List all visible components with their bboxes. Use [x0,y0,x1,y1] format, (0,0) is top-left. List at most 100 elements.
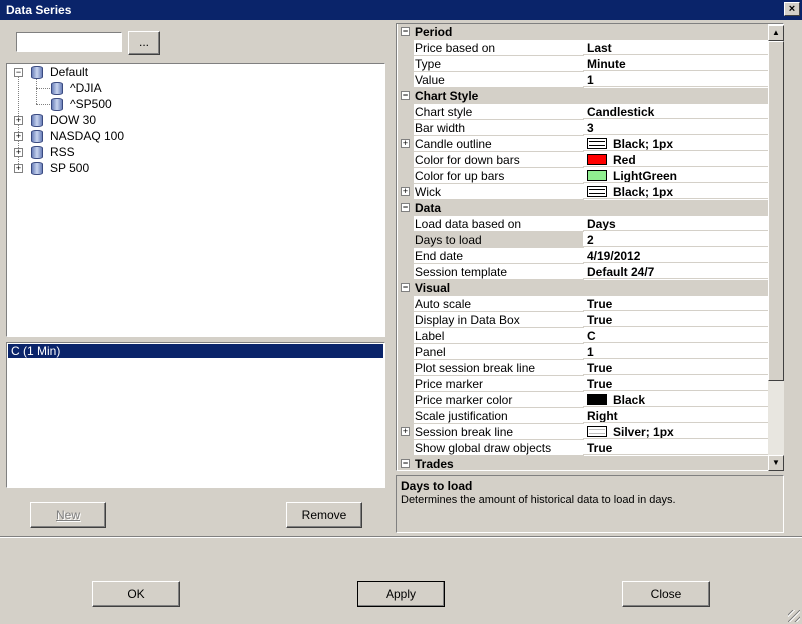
prop-value[interactable]: True [583,376,768,391]
prop-candle-outline[interactable]: + Candle outline Black; 1px [398,136,768,152]
prop-name: Value [414,72,584,88]
prop-value: LightGreen [613,169,678,183]
expand-icon[interactable]: + [401,427,410,436]
prop-value-wrap[interactable]: Red [583,152,768,167]
expand-icon[interactable]: + [14,132,23,141]
scroll-thumb[interactable] [768,41,784,381]
prop-auto-scale[interactable]: Auto scale True [398,296,768,312]
prop-value[interactable]: True [583,312,768,327]
expand-icon[interactable]: + [401,187,410,196]
database-icon [31,114,43,127]
prop-value[interactable]: 4/19/2012 [583,248,768,263]
prop-value[interactable]: True [583,296,768,311]
prop-label[interactable]: Label C [398,328,768,344]
prop-price-marker-color[interactable]: Price marker color Black [398,392,768,408]
prop-name: Candle outline [414,136,584,152]
collapse-icon[interactable]: − [401,459,410,468]
prop-days-to-load[interactable]: Days to load 2 [398,232,768,248]
prop-value[interactable]: True [583,360,768,375]
collapse-icon[interactable]: − [401,91,410,100]
prop-price-based-on[interactable]: Price based on Last [398,40,768,56]
expand-icon[interactable]: + [14,116,23,125]
prop-color-up[interactable]: Color for up bars LightGreen [398,168,768,184]
prop-value[interactable]: Minute [583,56,768,71]
tree-node-label: ^DJIA [70,81,102,95]
prop-value[interactable]: Candlestick [583,104,768,119]
prop-end-date[interactable]: End date 4/19/2012 [398,248,768,264]
prop-value[interactable]: Default 24/7 [583,264,768,279]
expand-icon[interactable]: + [401,139,410,148]
collapse-icon[interactable]: − [401,27,410,36]
prop-name: Color for up bars [414,168,584,184]
prop-scale-justification[interactable]: Scale justification Right [398,408,768,424]
prop-name: Color for down bars [414,152,584,168]
prop-value[interactable]: Days [583,216,768,231]
prop-value[interactable]: True [583,440,768,455]
prop-show-global-draw[interactable]: Show global draw objects True [398,440,768,456]
prop-value: Black [613,393,646,407]
tree-node-label: ^SP500 [70,97,112,111]
vertical-scrollbar[interactable]: ▲ ▼ [768,25,784,471]
prop-name: Type [414,56,584,72]
collapse-icon[interactable]: − [401,283,410,292]
browse-button[interactable]: ... [128,31,160,55]
prop-value-wrap[interactable]: Black; 1px [583,136,768,151]
prop-session-template[interactable]: Session template Default 24/7 [398,264,768,280]
ok-button[interactable]: OK [92,581,180,607]
prop-chart-style[interactable]: Chart style Candlestick [398,104,768,120]
resize-grip-icon[interactable] [788,610,800,622]
prop-panel[interactable]: Panel 1 [398,344,768,360]
prop-load-based-on[interactable]: Load data based on Days [398,216,768,232]
search-input[interactable] [16,32,122,52]
list-item[interactable]: C (1 Min) [8,344,383,358]
prop-value-wrap[interactable]: Black [583,392,768,407]
prop-value-wrap[interactable]: Silver; 1px [583,424,768,439]
prop-name: Price marker color [414,392,584,408]
database-icon [31,66,43,79]
category-trades[interactable]: − Trades [398,456,768,471]
prop-type[interactable]: Type Minute [398,56,768,72]
prop-price-marker[interactable]: Price marker True [398,376,768,392]
apply-button[interactable]: Apply [357,581,445,607]
prop-plot-session-break[interactable]: Plot session break line True [398,360,768,376]
scroll-down-icon[interactable]: ▼ [768,455,784,471]
color-swatch [587,170,607,182]
new-button[interactable]: New [30,502,106,528]
instrument-tree: − Default ^DJIA ^SP500 + DOW 30 + NASDAQ… [6,63,385,337]
prop-value: Black; 1px [613,137,674,151]
category-period[interactable]: − Period [398,24,768,40]
prop-name: Price marker [414,376,584,392]
prop-value[interactable]: Right [583,408,768,423]
prop-value-wrap[interactable]: Black; 1px [583,184,768,199]
prop-color-down[interactable]: Color for down bars Red [398,152,768,168]
close-icon[interactable]: × [784,2,800,16]
prop-value[interactable]: 2 [583,232,768,247]
expand-icon[interactable]: + [14,148,23,157]
prop-name: Session template [414,264,584,280]
category-visual[interactable]: − Visual [398,280,768,296]
prop-value[interactable]: 3 [583,120,768,135]
prop-value[interactable]: 1 [583,344,768,359]
category-data[interactable]: − Data [398,200,768,216]
prop-name: Auto scale [414,296,584,312]
prop-name: Days to load [414,232,584,248]
prop-value-wrap[interactable]: LightGreen [583,168,768,183]
prop-value[interactable]: C [583,328,768,343]
prop-wick[interactable]: + Wick Black; 1px [398,184,768,200]
prop-display-data-box[interactable]: Display in Data Box True [398,312,768,328]
prop-bar-width[interactable]: Bar width 3 [398,120,768,136]
prop-name: Wick [414,184,584,200]
close-button[interactable]: Close [622,581,710,607]
tree-line [36,78,37,104]
prop-value-row[interactable]: Value 1 [398,72,768,88]
prop-value[interactable]: Last [583,40,768,55]
collapse-icon[interactable]: − [401,203,410,212]
scroll-up-icon[interactable]: ▲ [768,25,784,41]
remove-button[interactable]: Remove [286,502,362,528]
collapse-icon[interactable]: − [14,68,23,77]
expand-icon[interactable]: + [14,164,23,173]
prop-value[interactable]: 1 [583,72,768,87]
data-series-dialog: Data Series × ... − Default ^DJIA ^SP500… [0,0,802,624]
prop-session-break-line[interactable]: + Session break line Silver; 1px [398,424,768,440]
category-chart-style[interactable]: − Chart Style [398,88,768,104]
